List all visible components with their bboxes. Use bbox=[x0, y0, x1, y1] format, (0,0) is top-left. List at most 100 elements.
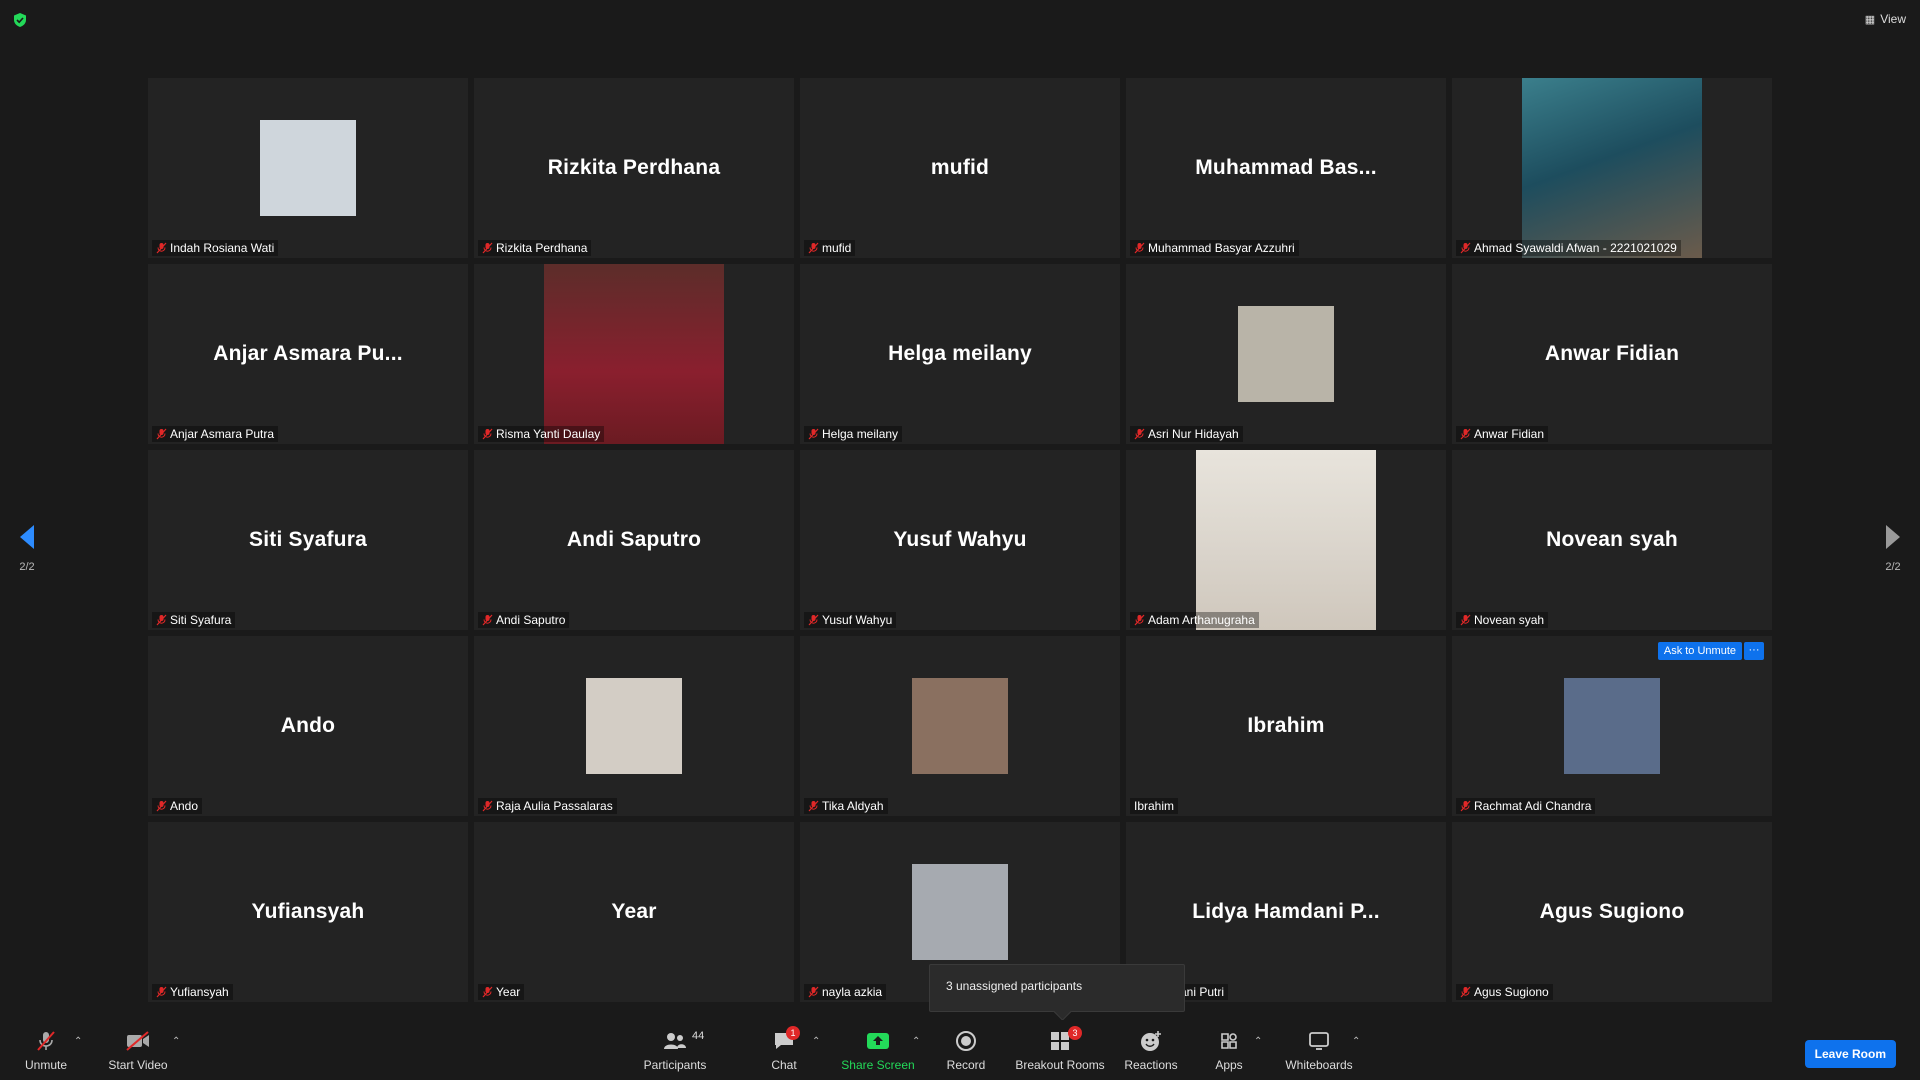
leave-room-button[interactable]: Leave Room bbox=[1804, 1040, 1896, 1068]
participant-name-label: Muhammad Basyar Azzuhri bbox=[1130, 240, 1299, 256]
reactions-button[interactable]: Reactions bbox=[1122, 1028, 1180, 1072]
participant-tile[interactable]: Andi Saputro Andi Saputro bbox=[474, 450, 794, 630]
participant-display-name: mufid bbox=[930, 156, 990, 179]
apps-button[interactable]: Apps bbox=[1214, 1028, 1244, 1072]
participant-name-label: Asri Nur Hidayah bbox=[1130, 426, 1243, 442]
participant-tile[interactable]: Yusuf Wahyu Yusuf Wahyu bbox=[800, 450, 1120, 630]
participant-name-label: Risma Yanti Daulay bbox=[478, 426, 605, 442]
participant-name: Novean syah bbox=[1474, 613, 1545, 627]
participant-tile[interactable]: Tika Aldyah bbox=[800, 636, 1120, 816]
participant-tile[interactable]: Agus Sugiono Agus Sugiono bbox=[1452, 822, 1772, 1002]
participant-display-name: Muhammad Bas... bbox=[1195, 156, 1377, 179]
record-button[interactable]: Record bbox=[940, 1028, 992, 1072]
page-indicator-left: 2/2 bbox=[19, 561, 35, 573]
participant-name: Helga meilany bbox=[822, 427, 899, 441]
participant-name-label: Year bbox=[478, 984, 525, 1000]
participant-tile[interactable]: Yufiansyah Yufiansyah bbox=[148, 822, 468, 1002]
apps-icon bbox=[1221, 1033, 1237, 1049]
participant-name: nayla azkia bbox=[822, 985, 883, 999]
chat-button[interactable]: 1 Chat bbox=[766, 1026, 802, 1072]
participant-tile[interactable]: Raja Aulia Passalaras bbox=[474, 636, 794, 816]
muted-mic-icon bbox=[482, 428, 493, 440]
participant-tile[interactable]: mufid mufid bbox=[800, 78, 1120, 258]
participant-name-label: Anwar Fidian bbox=[1456, 426, 1549, 442]
whiteboards-options-caret[interactable]: ⌃ bbox=[1352, 1036, 1360, 1047]
muted-mic-icon bbox=[482, 614, 493, 626]
reactions-smiley-icon bbox=[1141, 1031, 1161, 1051]
muted-mic-icon bbox=[482, 986, 493, 998]
participant-tile[interactable]: Anwar Fidian Anwar Fidian bbox=[1452, 264, 1772, 444]
participant-name-label: Ahmad Syawaldi Afwan - 2221021029 bbox=[1456, 240, 1681, 256]
breakout-rooms-button[interactable]: 3 Breakout Rooms bbox=[1014, 1026, 1106, 1072]
security-shield-icon[interactable] bbox=[12, 12, 28, 28]
participant-display-name: Agus Sugiono bbox=[1539, 900, 1685, 923]
chat-options-caret[interactable]: ⌃ bbox=[812, 1036, 820, 1047]
participant-avatar bbox=[1238, 306, 1334, 402]
participant-name-label: Siti Syafura bbox=[152, 612, 236, 628]
participant-tile[interactable]: Rizkita Perdhana Rizkita Perdhana bbox=[474, 78, 794, 258]
participant-tile[interactable]: Siti Syafura Siti Syafura bbox=[148, 450, 468, 630]
video-options-caret[interactable]: ⌃ bbox=[172, 1036, 180, 1047]
participants-count: 44 bbox=[692, 1030, 705, 1042]
more-options-button[interactable]: ··· bbox=[1744, 642, 1764, 660]
participant-display-name: Year bbox=[611, 900, 657, 923]
participant-display-name: Anjar Asmara Pu... bbox=[213, 342, 403, 365]
apps-options-caret[interactable]: ⌃ bbox=[1254, 1036, 1262, 1047]
participant-name: Rachmat Adi Chandra bbox=[1474, 799, 1592, 813]
start-video-button[interactable]: Start Video bbox=[106, 1028, 170, 1072]
participant-name-label: Tika Aldyah bbox=[804, 798, 888, 814]
page-indicator-right: 2/2 bbox=[1885, 561, 1901, 573]
whiteboards-button[interactable]: Whiteboards bbox=[1284, 1028, 1354, 1072]
participant-name: Rizkita Perdhana bbox=[496, 241, 588, 255]
audio-options-caret[interactable]: ⌃ bbox=[74, 1036, 82, 1047]
participant-name: mufid bbox=[822, 241, 852, 255]
participant-name: Yusuf Wahyu bbox=[822, 613, 893, 627]
muted-mic-icon bbox=[1460, 800, 1471, 812]
participant-tile[interactable]: Anjar Asmara Pu... Anjar Asmara Putra bbox=[148, 264, 468, 444]
muted-mic-icon bbox=[1460, 986, 1471, 998]
participant-tile[interactable]: Muhammad Bas... Muhammad Basyar Azzuhri bbox=[1126, 78, 1446, 258]
ask-to-unmute-button[interactable]: Ask to Unmute bbox=[1657, 642, 1742, 660]
breakout-tooltip: 3 unassigned participants bbox=[929, 964, 1185, 1012]
participant-display-name: Anwar Fidian bbox=[1544, 342, 1680, 365]
muted-mic-icon bbox=[808, 614, 819, 626]
participant-tile[interactable]: Ahmad Syawaldi Afwan - 2221021029 bbox=[1452, 78, 1772, 258]
participant-name-label: Anjar Asmara Putra bbox=[152, 426, 279, 442]
participant-tile[interactable]: Ibrahim Ibrahim bbox=[1126, 636, 1446, 816]
share-options-caret[interactable]: ⌃ bbox=[912, 1036, 920, 1047]
view-button[interactable]: ▦ View bbox=[1865, 12, 1906, 26]
participant-avatar bbox=[260, 120, 356, 216]
unmute-button[interactable]: Unmute bbox=[20, 1028, 72, 1072]
participant-name: Muhammad Basyar Azzuhri bbox=[1148, 241, 1295, 255]
participant-video-image bbox=[1196, 450, 1376, 630]
share-screen-button[interactable]: Share Screen bbox=[838, 1028, 918, 1072]
participant-tile[interactable]: Indah Rosiana Wati bbox=[148, 78, 468, 258]
participant-avatar bbox=[912, 864, 1008, 960]
participant-name: Year bbox=[496, 985, 521, 999]
participant-video-image bbox=[544, 264, 724, 444]
muted-mic-icon bbox=[156, 986, 167, 998]
participant-tile[interactable]: Ask to Unmute ··· Rachmat Adi Chandra bbox=[1452, 636, 1772, 816]
participant-name: Adam Arthanugraha bbox=[1148, 613, 1255, 627]
muted-mic-icon bbox=[1460, 614, 1471, 626]
participant-avatar bbox=[912, 678, 1008, 774]
next-page-button[interactable]: 2/2 bbox=[1884, 524, 1902, 573]
participant-name: Agus Sugiono bbox=[1474, 985, 1549, 999]
muted-mic-icon bbox=[1134, 614, 1145, 626]
prev-page-button[interactable]: 2/2 bbox=[18, 524, 36, 573]
participant-tile[interactable]: Ando Ando bbox=[148, 636, 468, 816]
participant-tile[interactable]: Adam Arthanugraha bbox=[1126, 450, 1446, 630]
participant-tile[interactable]: Novean syah Novean syah bbox=[1452, 450, 1772, 630]
participant-display-name: Novean syah bbox=[1546, 528, 1678, 551]
participant-name-label: Yusuf Wahyu bbox=[804, 612, 897, 628]
muted-mic-icon bbox=[808, 428, 819, 440]
participant-tile[interactable]: Risma Yanti Daulay bbox=[474, 264, 794, 444]
participants-button[interactable]: 44 Participants bbox=[640, 1028, 710, 1072]
participant-name-label: Raja Aulia Passalaras bbox=[478, 798, 617, 814]
participant-name-label: Andi Saputro bbox=[478, 612, 570, 628]
participant-tile[interactable]: Helga meilany Helga meilany bbox=[800, 264, 1120, 444]
participant-name-label: Agus Sugiono bbox=[1456, 984, 1553, 1000]
participant-tile[interactable]: Year Year bbox=[474, 822, 794, 1002]
participant-name: Indah Rosiana Wati bbox=[170, 241, 275, 255]
participant-tile[interactable]: Asri Nur Hidayah bbox=[1126, 264, 1446, 444]
